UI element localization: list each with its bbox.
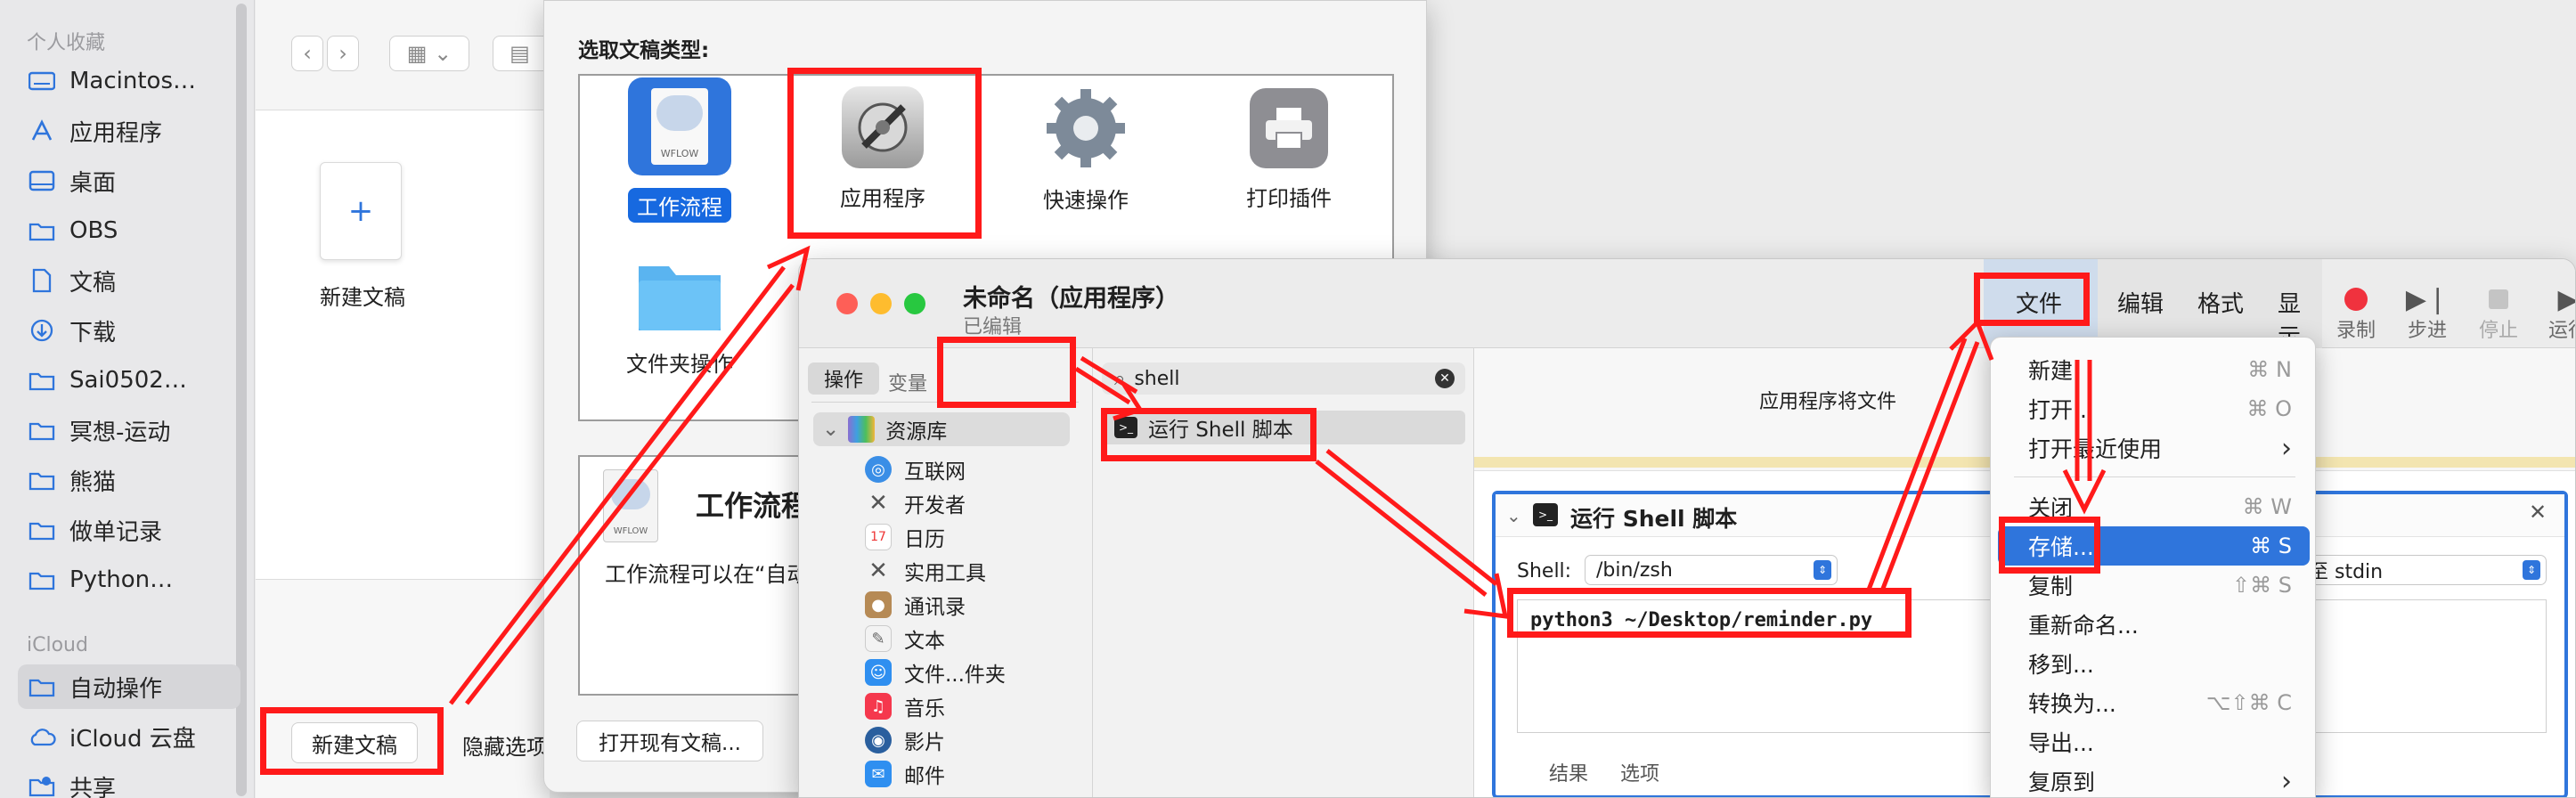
annotation-arrows [449, 245, 2107, 705]
annotation-arrow-to-application [449, 265, 786, 705]
